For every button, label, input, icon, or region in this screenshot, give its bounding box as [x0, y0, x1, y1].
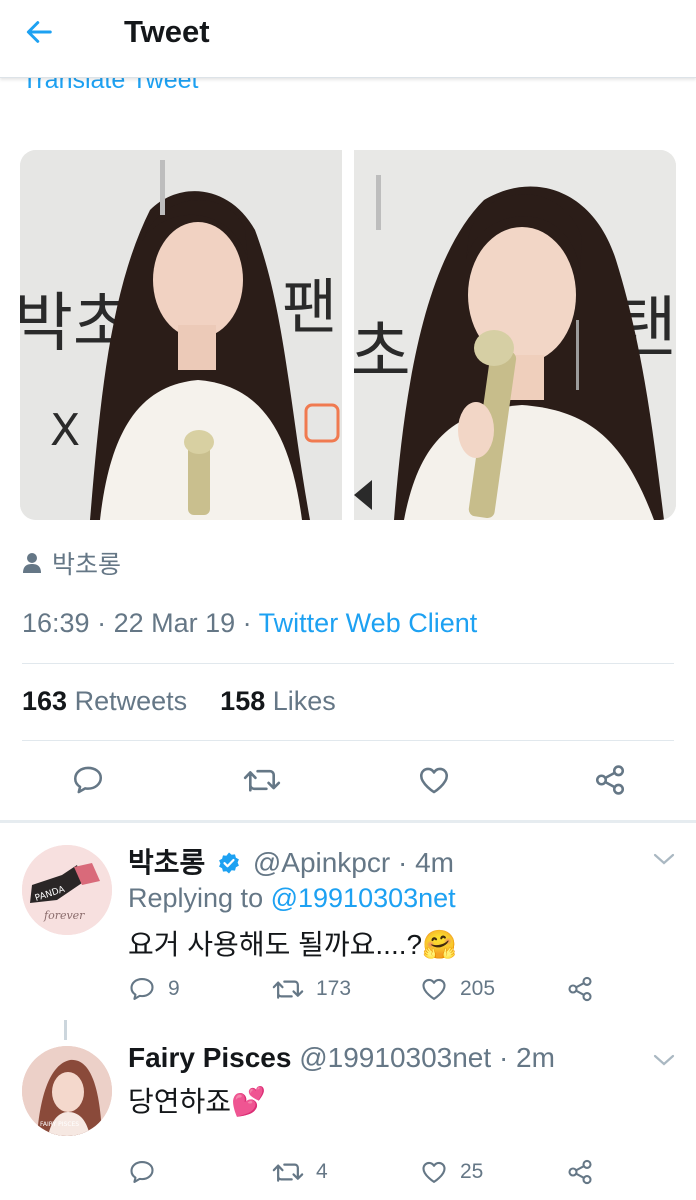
back-arrow-icon [26, 21, 52, 43]
retweet-count: 4 [316, 1160, 328, 1183]
reply-button[interactable] [70, 762, 106, 798]
likes-count: 158 [220, 686, 266, 716]
top-bar: Tweet [0, 0, 696, 78]
avatar[interactable]: PANDA forever [22, 845, 112, 935]
retweet-count: 173 [316, 977, 352, 1000]
tweet-media: 박초 팬 X 초 탠 [20, 150, 676, 520]
reply-button[interactable]: 9 [128, 973, 180, 1005]
retweets-label: Retweets [74, 686, 188, 716]
retweet-icon [272, 1163, 304, 1182]
share-button[interactable] [566, 973, 594, 1005]
reply-text: 요거 사용해도 될까요....?🤗 [128, 929, 457, 960]
share-button[interactable] [592, 762, 628, 798]
tagged-user-name: 박초롱 [52, 551, 122, 579]
author-name[interactable]: 박초롱 [128, 847, 205, 878]
chevron-down-icon [653, 853, 675, 865]
retweet-button[interactable]: 173 [272, 973, 351, 1005]
author-handle[interactable]: @Apinkpcr [253, 847, 390, 878]
tweet-client-link[interactable]: Twitter Web Client [259, 608, 478, 638]
like-button[interactable] [416, 762, 452, 798]
tweet-time: 16:39 [22, 608, 90, 638]
tweet-stats: 163 Retweets 158 Likes [22, 686, 336, 717]
like-button[interactable]: 205 [420, 973, 495, 1005]
retweet-button[interactable] [242, 762, 282, 798]
retweets-count: 163 [22, 686, 68, 716]
avatar[interactable]: FAIRY PISCES [22, 1046, 112, 1136]
share-button[interactable] [566, 1156, 594, 1188]
share-icon [568, 1159, 592, 1185]
like-button[interactable]: 25 [420, 1156, 483, 1188]
reply-header: Fairy Pisces @19910303net · 2m [128, 1042, 555, 1074]
share-icon [568, 976, 592, 1002]
tweet-date: 22 Mar 19 [113, 608, 236, 638]
reply-icon [73, 766, 103, 794]
reply-icon [130, 978, 154, 1000]
reply-time: · 4m [390, 847, 454, 878]
person-icon [23, 553, 41, 573]
tagged-users[interactable]: 박초롱 [22, 545, 121, 581]
meta-separator-2: · [235, 608, 259, 638]
share-icon [595, 765, 625, 795]
tweet-menu-button[interactable] [652, 1052, 676, 1073]
like-count: 25 [460, 1160, 484, 1183]
verified-icon [219, 852, 239, 874]
divider [22, 663, 674, 664]
reply-tweet[interactable]: FAIRY PISCES Fairy Pisces @19910303net ·… [0, 1030, 696, 1200]
author-handle[interactable]: @19910303net [299, 1042, 491, 1073]
page-title: Tweet [124, 14, 210, 49]
author-name[interactable]: Fairy Pisces [128, 1042, 291, 1073]
reply-count: 9 [168, 977, 180, 1000]
likes-label: Likes [272, 686, 336, 716]
reply-button[interactable] [128, 1156, 168, 1188]
svg-text:팬: 팬 [282, 273, 337, 343]
svg-text:forever: forever [43, 909, 85, 922]
divider [22, 740, 674, 741]
svg-text:X: X [50, 405, 80, 456]
meta-separator: · [89, 608, 114, 638]
svg-text:초: 초 [354, 314, 411, 391]
reply-text: 당연하죠💕 [128, 1086, 266, 1117]
svg-text:FAIRY PISCES: FAIRY PISCES [40, 1121, 79, 1128]
replying-mention[interactable]: @19910303net [271, 883, 456, 913]
retweet-icon [243, 769, 281, 792]
likes-stat[interactable]: 158 Likes [220, 686, 336, 716]
like-icon [422, 978, 446, 1000]
like-count: 205 [460, 977, 496, 1000]
replying-prefix: Replying to [128, 883, 271, 913]
replying-to: Replying to @19910303net [128, 883, 456, 914]
reply-header: 박초롱 @Apinkpcr · 4m [128, 841, 454, 881]
like-icon [422, 1161, 446, 1183]
photo-1[interactable]: 박초 팬 X [20, 150, 342, 520]
retweets-stat[interactable]: 163 Retweets [22, 686, 187, 716]
tweet-meta: 16:39 · 22 Mar 19 · Twitter Web Client [22, 608, 477, 639]
tweet-menu-button[interactable] [652, 851, 676, 872]
photo-2[interactable]: 초 탠 [354, 150, 676, 520]
reply-time: · 2m [491, 1042, 555, 1073]
reply-tweet[interactable]: PANDA forever 박초롱 @Apinkpcr · 4m Replyin… [0, 823, 696, 1013]
retweet-icon [272, 980, 304, 999]
reply-icon [130, 1161, 154, 1183]
back-button[interactable] [24, 12, 72, 52]
chevron-down-icon [653, 1054, 675, 1066]
like-icon [419, 767, 449, 794]
retweet-button[interactable]: 4 [272, 1156, 328, 1188]
